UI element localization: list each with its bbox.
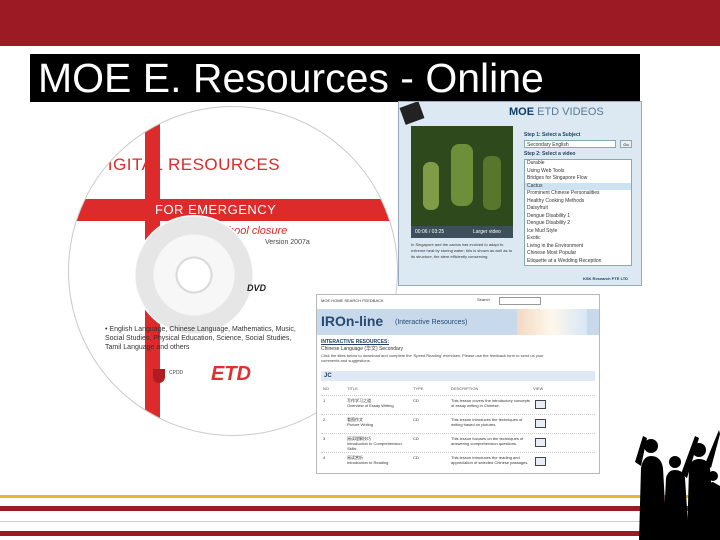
row-title[interactable]: 阅读理解技巧 Introduction to Comprehension Ski…: [347, 436, 409, 451]
disc-title-line2: FOR EMERGENCY: [155, 202, 277, 217]
video-list-item[interactable]: Dengue Disability 2: [525, 220, 631, 228]
step1-label: Step 1: Select a Subject: [524, 132, 581, 138]
row-number: 3: [323, 436, 326, 441]
row-description: This lesson introduces the techniques of…: [451, 417, 523, 427]
video-list[interactable]: Durable Using Web Tools Bridges for Singap…: [524, 159, 632, 266]
video-player[interactable]: [411, 126, 513, 226]
column-header: NO: [323, 386, 329, 391]
moe-crest-icon: [153, 369, 165, 383]
row-number: 1: [323, 398, 326, 403]
table-header: NO TITLE TYPE DESCRIPTION VIEW: [321, 386, 595, 392]
ironline-screenshot: MOE HOME SEARCH FEEDBACK Search IROn-lin…: [316, 294, 600, 474]
monitor-icon[interactable]: [535, 400, 546, 409]
video-list-item[interactable]: Dengue Disability 1: [525, 213, 631, 221]
ironline-logo: IROn-line: [321, 313, 384, 329]
column-header: VIEW: [533, 386, 544, 391]
column-header: DESCRIPTION: [451, 386, 479, 391]
header-bar: [0, 0, 720, 46]
ironline-language: Chinese Language (华文) Secondary: [321, 346, 403, 352]
dvd-logo: DVD: [247, 283, 267, 293]
video-list-item[interactable]: Cactus: [525, 182, 631, 190]
ironline-topnav[interactable]: MOE HOME SEARCH FEEDBACK: [321, 298, 384, 303]
table-row: 1 写作学习之道 Overview of Essay Writing CD This …: [321, 395, 595, 414]
row-type: CD: [413, 455, 419, 460]
row-title[interactable]: 写作学习之道 Overview of Essay Writing: [347, 398, 409, 408]
ironline-note: Click the titles below to download and c…: [321, 353, 544, 363]
crowd-silhouette-icon: [635, 430, 720, 540]
etd-footer: KSK Research PTE LTD: [583, 276, 629, 281]
video-list-item[interactable]: Exotic: [525, 235, 631, 243]
video-list-item[interactable]: Prominent Chinese Personalities: [525, 190, 631, 198]
cactus-shape: [483, 156, 501, 210]
row-type: CD: [413, 417, 419, 422]
video-list-item[interactable]: Using Web Tools: [525, 168, 631, 176]
go-button[interactable]: Go: [620, 140, 632, 148]
larger-video-button[interactable]: Larger video: [473, 229, 501, 235]
row-description: This lesson focuses on the techniques of…: [451, 436, 524, 446]
row-number: 4: [323, 455, 326, 460]
subject-select[interactable]: Secondary English: [524, 140, 616, 148]
video-list-item[interactable]: Ice Mud Style: [525, 228, 631, 236]
cactus-shape: [423, 162, 439, 210]
cactus-shape: [451, 144, 473, 206]
disc-version: Version 2007a: [265, 239, 310, 246]
row-description: This lesson introduces the reading and a…: [451, 455, 529, 465]
slide-title: MOE E. Resources - Online: [30, 54, 640, 102]
table-row: 4 阅读赏析 Introduction to Reading CD This less…: [321, 452, 595, 471]
section-header: JC: [321, 371, 595, 381]
disc-title-line1: DIGITAL RESOURCES: [95, 155, 281, 174]
disc-org-text: CPDD: [169, 370, 184, 376]
etd-brand: MOE ETD VIDEOS: [509, 106, 604, 118]
search-label: Search: [477, 297, 490, 302]
video-list-item[interactable]: Durable: [525, 160, 631, 168]
video-list-item[interactable]: Chinese Most Popular: [525, 250, 631, 258]
row-title[interactable]: 看图作文 Picture Writing: [347, 417, 409, 427]
ironline-logo-sub: (Interactive Resources): [395, 319, 468, 326]
film-icon: [399, 102, 425, 125]
search-input[interactable]: [499, 297, 541, 305]
divider-line: [0, 521, 720, 522]
monitor-icon[interactable]: [535, 457, 546, 466]
video-list-item[interactable]: Daisyfruit: [525, 205, 631, 213]
video-list-item[interactable]: Etiquette at a Wedding Reception: [525, 258, 631, 266]
disc-hub: [134, 215, 254, 335]
etd-logo: ETD: [211, 363, 251, 385]
row-description: This lesson covers the introductory conc…: [451, 398, 530, 408]
column-header: TYPE: [413, 386, 424, 391]
column-header: TITLE: [347, 386, 358, 391]
video-list-item[interactable]: Living in the Environment: [525, 243, 631, 251]
etd-videos-screenshot: MOE ETD VIDEOS 00:06 / 03:25 Larger vide…: [398, 101, 642, 286]
row-number: 2: [323, 417, 326, 422]
banner-photo: [517, 309, 587, 335]
video-list-item[interactable]: Healthy Cooking Methods: [525, 198, 631, 206]
row-type: CD: [413, 436, 419, 441]
monitor-icon[interactable]: [535, 438, 546, 447]
accent-stripe-red: [0, 506, 720, 511]
accent-stripe-yellow: [0, 495, 720, 498]
row-title[interactable]: 阅读赏析 Introduction to Reading: [347, 455, 409, 465]
table-row: 2 看图作文 Picture Writing CD This lesson intro…: [321, 414, 595, 433]
disc-subjects: • English Language, Chinese Language, Ma…: [105, 326, 296, 351]
video-list-item[interactable]: Bridges for Singapore Flow: [525, 175, 631, 183]
video-time: 00:06 / 03:25: [415, 229, 445, 235]
monitor-icon[interactable]: [535, 419, 546, 428]
table-row: 3 阅读理解技巧 Introduction to Comprehension Sk…: [321, 433, 595, 452]
video-description: In Singapore and the cactus has evolved …: [411, 242, 512, 259]
row-type: CD: [413, 398, 419, 403]
step2-label: Step 2: Select a video: [524, 151, 576, 157]
accent-stripe-red: [0, 531, 720, 536]
